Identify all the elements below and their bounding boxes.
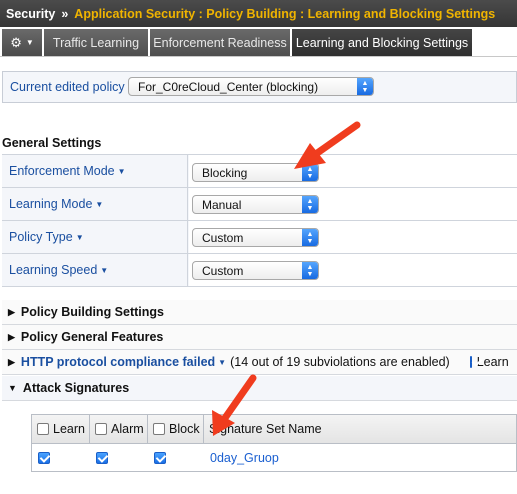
learning-speed-label[interactable]: Learning Speed ▼	[2, 254, 188, 286]
section-title: Policy General Features	[20, 330, 164, 344]
section-policy-general-features[interactable]: ▶ Policy General Features	[2, 325, 517, 350]
section-http-compliance[interactable]: ▶ HTTP protocol compliance failed ▼ (14 …	[2, 350, 517, 375]
setting-row-learning-mode: Learning Mode ▼ Manual ▲ ▼	[2, 188, 517, 221]
table-row: 0day_Gruop	[32, 444, 516, 471]
dropdown-caret-icon: ▼	[100, 265, 109, 275]
signature-set-link[interactable]: 0day_Gruop	[204, 444, 279, 471]
breadcrumb-separator: »	[61, 6, 69, 21]
setting-row-learning-speed: Learning Speed ▼ Custom ▲ ▼	[2, 254, 517, 287]
column-signature-set-name[interactable]: Signature Set Name	[204, 415, 516, 443]
learning-speed-select[interactable]: Custom ▲ ▼	[192, 261, 319, 280]
breadcrumb-bar: Security » Application Security : Policy…	[0, 0, 517, 27]
select-arrows-icon: ▲ ▼	[302, 262, 318, 279]
http-learn-label: Learn	[476, 355, 509, 369]
current-policy-label: Current edited policy	[10, 80, 125, 94]
enforcement-mode-label[interactable]: Enforcement Mode ▼	[2, 155, 188, 187]
section-attack-signatures[interactable]: ▼ Attack Signatures	[2, 376, 517, 401]
policy-type-value: Custom	[202, 230, 244, 245]
current-policy-value: For_C0reCloud_Center (blocking)	[138, 79, 319, 94]
collapse-triangle-icon: ▼	[8, 383, 17, 393]
select-arrows-icon: ▲ ▼	[357, 78, 373, 95]
current-policy-select[interactable]: For_C0reCloud_Center (blocking) ▲ ▼	[128, 77, 374, 96]
chevron-down-icon: ▼	[25, 38, 34, 47]
breadcrumb-path: Application Security : Policy Building :…	[74, 6, 496, 21]
tab-traffic-learning[interactable]: Traffic Learning	[44, 29, 148, 56]
tab-enforcement-readiness[interactable]: Enforcement Readiness	[150, 29, 290, 56]
row-learn-checkbox[interactable]	[38, 451, 50, 464]
column-block: Block	[148, 415, 204, 443]
general-settings-title: General Settings	[2, 136, 102, 150]
tab-bar: ⚙ ▼ Traffic Learning Enforcement Readine…	[0, 27, 517, 57]
learning-mode-label[interactable]: Learning Mode ▼	[2, 188, 188, 220]
section-title: Attack Signatures	[22, 381, 130, 395]
alarm-all-checkbox[interactable]	[95, 423, 107, 435]
policy-type-select[interactable]: Custom ▲ ▼	[192, 228, 319, 247]
current-policy-row: Current edited policy For_C0reCloud_Cent…	[2, 71, 517, 103]
dropdown-caret-icon: ▼	[75, 232, 84, 242]
section-title: Policy Building Settings	[20, 305, 164, 319]
general-settings-table: Enforcement Mode ▼ Blocking ▲ ▼ Learning M…	[2, 154, 517, 287]
select-arrows-icon: ▲ ▼	[302, 229, 318, 246]
expand-triangle-icon: ▶	[8, 306, 15, 317]
dropdown-caret-icon: ▼	[117, 166, 126, 176]
learning-mode-value: Manual	[202, 197, 242, 212]
column-learn: Learn	[32, 415, 90, 443]
signature-sets-table: Learn Alarm Block Signature Set Name 0da…	[31, 414, 517, 472]
expand-triangle-icon: ▶	[8, 356, 15, 367]
expand-triangle-icon: ▶	[8, 331, 15, 342]
learning-mode-select[interactable]: Manual ▲ ▼	[192, 195, 319, 214]
settings-menu-button[interactable]: ⚙ ▼	[2, 29, 42, 56]
gear-icon: ⚙	[10, 34, 22, 50]
block-all-checkbox[interactable]	[153, 423, 165, 435]
dropdown-caret-icon: ▼	[95, 199, 104, 209]
section-policy-building-settings[interactable]: ▶ Policy Building Settings	[2, 300, 517, 325]
setting-row-policy-type: Policy Type ▼ Custom ▲ ▼	[2, 221, 517, 254]
learning-speed-value: Custom	[202, 263, 244, 278]
select-arrows-icon: ▲ ▼	[302, 196, 318, 213]
http-compliance-note: (14 out of 19 subviolations are enabled)	[230, 355, 450, 369]
http-compliance-title[interactable]: HTTP protocol compliance failed	[21, 355, 215, 369]
learn-all-checkbox[interactable]	[37, 423, 49, 435]
http-learn-checkbox[interactable]	[469, 356, 472, 368]
row-block-checkbox[interactable]	[154, 451, 166, 464]
dropdown-caret-icon: ▼	[218, 357, 227, 367]
enforcement-mode-value: Blocking	[202, 165, 248, 180]
enforcement-mode-select[interactable]: Blocking ▲ ▼	[192, 163, 319, 182]
setting-row-enforcement-mode: Enforcement Mode ▼ Blocking ▲ ▼	[2, 155, 517, 188]
breadcrumb-root[interactable]: Security	[6, 7, 55, 21]
policy-type-label[interactable]: Policy Type ▼	[2, 221, 188, 253]
column-alarm: Alarm	[90, 415, 148, 443]
select-arrows-icon: ▲ ▼	[302, 164, 318, 181]
row-alarm-checkbox[interactable]	[96, 451, 108, 464]
tab-learning-blocking-settings[interactable]: Learning and Blocking Settings	[292, 29, 472, 56]
signature-table-header: Learn Alarm Block Signature Set Name	[32, 415, 516, 444]
